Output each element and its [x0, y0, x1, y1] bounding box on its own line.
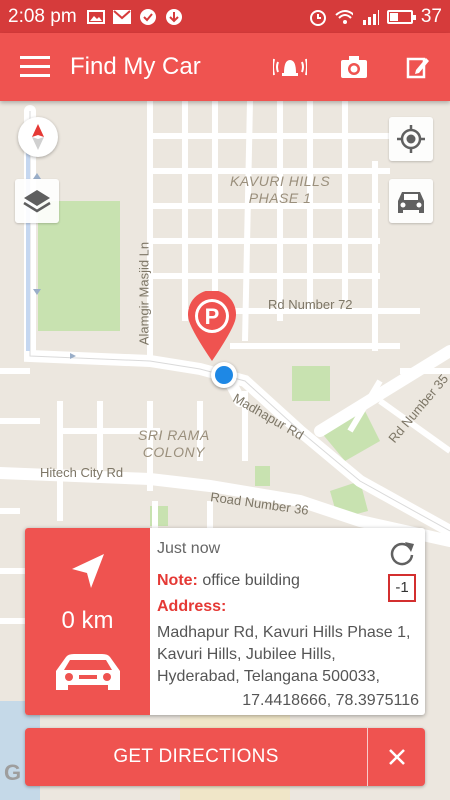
alarm-icon	[309, 9, 327, 26]
area-sri-rama-text: SRI RAMA COLONY	[138, 427, 210, 460]
road-label-rd-72: Rd Number 72	[268, 297, 353, 312]
wifi-icon	[335, 9, 353, 25]
distance-value: 0 km	[61, 607, 114, 635]
compass-icon	[32, 124, 44, 150]
hamburger-icon	[20, 56, 50, 77]
note-row: Note: office building	[157, 570, 419, 592]
navigation-arrow-icon	[71, 553, 104, 588]
note-value: office building	[202, 572, 300, 589]
status-bar: 2:08 pm 37	[0, 0, 450, 33]
camera-icon	[341, 56, 367, 78]
check-notification-icon	[139, 8, 157, 25]
road-label-hitech: Hitech City Rd	[40, 465, 124, 480]
refresh-icon	[390, 542, 414, 566]
car-location-button[interactable]	[389, 179, 433, 223]
parking-info-card: 0 km Just now -1 Note: office building A…	[25, 528, 425, 715]
download-notification-icon	[165, 8, 183, 25]
area-label-kavuri-hills: KAVURI HILLS PHASE 1	[230, 173, 330, 207]
app-title: Find My Car	[70, 53, 201, 80]
layers-icon	[23, 190, 51, 213]
gmail-notification-icon	[112, 9, 131, 25]
address-value: Madhapur Rd, Kavuri Hills Phase 1, Kavur…	[157, 624, 411, 685]
note-label: Note:	[157, 572, 198, 589]
current-location-dot	[211, 362, 237, 388]
svg-text:P: P	[205, 304, 220, 329]
google-logo: G	[4, 760, 22, 785]
close-icon	[388, 749, 405, 765]
road-label-alamgir: Alamgir Masjid Ln	[136, 241, 152, 346]
area-label-sri-rama: SRI RAMA COLONY	[138, 427, 210, 461]
bell-icon	[273, 58, 307, 76]
edit-button[interactable]	[386, 33, 450, 101]
parking-pin-icon: P	[188, 290, 236, 361]
menu-button[interactable]	[0, 33, 70, 101]
alarm-bell-button[interactable]	[258, 33, 322, 101]
close-button[interactable]	[367, 728, 425, 786]
car-icon	[55, 654, 120, 691]
details-panel: Just now -1 Note: office building Addres…	[150, 528, 425, 715]
layers-button[interactable]	[15, 179, 59, 223]
app-bar: Find My Car	[0, 33, 450, 101]
edit-icon	[406, 57, 429, 79]
directions-bar: GET DIRECTIONS	[25, 728, 425, 786]
refresh-button[interactable]	[389, 540, 415, 566]
distance-panel[interactable]: 0 km	[25, 528, 150, 715]
get-directions-button[interactable]: GET DIRECTIONS	[25, 728, 367, 786]
parking-marker[interactable]: P	[183, 290, 241, 363]
level-counter[interactable]: -1	[388, 574, 416, 602]
signal-icon	[361, 9, 379, 25]
battery-level: 37	[420, 5, 442, 27]
coordinates: 17.4418666, 78.3975116	[242, 692, 419, 709]
camera-button[interactable]	[322, 33, 386, 101]
status-time: 2:08 pm	[8, 5, 77, 27]
area-kavuri-text: KAVURI HILLS PHASE 1	[230, 173, 331, 206]
compass-button[interactable]	[18, 117, 58, 157]
my-location-icon	[397, 125, 425, 153]
my-location-button[interactable]	[389, 117, 433, 161]
address-label: Address:	[157, 598, 227, 615]
car-icon	[398, 192, 424, 213]
saved-time: Just now	[157, 540, 221, 557]
battery-icon	[386, 9, 416, 24]
image-notification-icon	[86, 9, 105, 25]
